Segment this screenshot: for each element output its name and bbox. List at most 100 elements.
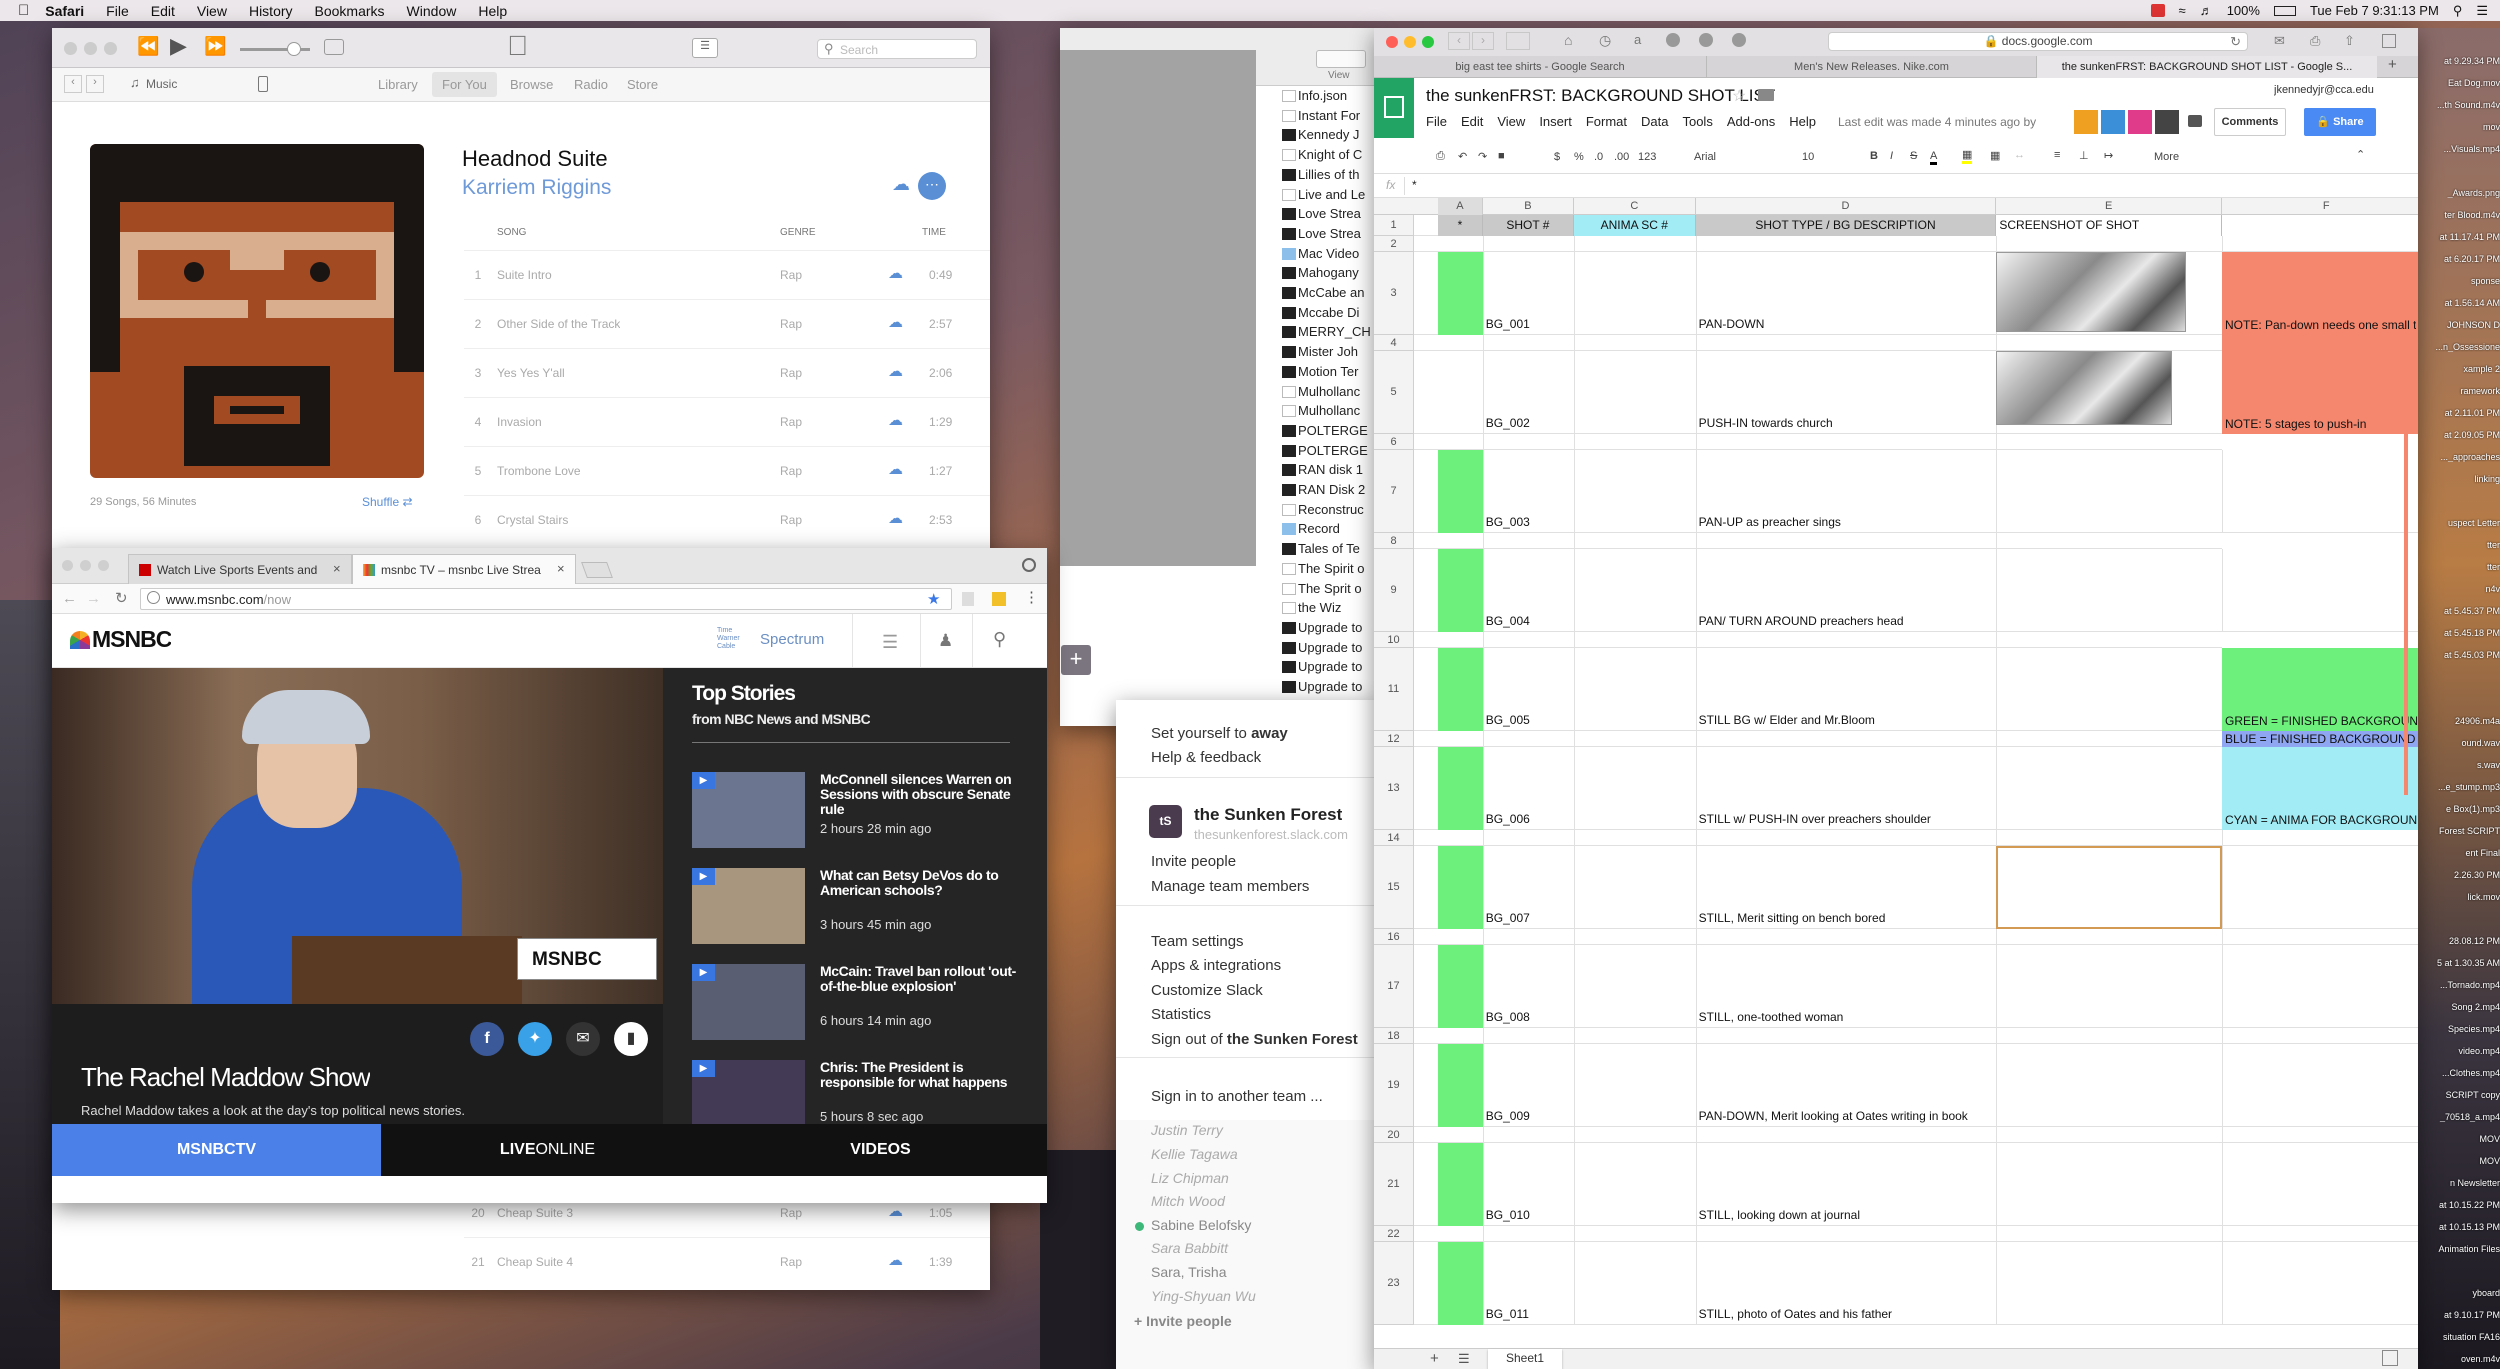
selected-cell[interactable] [1996,846,2222,929]
description-cell[interactable]: STILL w/ PUSH-IN over preachers shoulder [1699,812,1996,826]
tab-store[interactable]: Store [627,77,658,92]
more-options-icon[interactable]: ⋯ [918,172,946,200]
column-header[interactable]: B [1483,198,1574,215]
member-item[interactable]: Sara Babbitt [1151,1240,1228,1256]
menu-app-name[interactable]: Safari [45,3,84,19]
desktop-file[interactable]: ...Tornado.mp4 [2416,980,2500,990]
shot-number-cell[interactable]: BG_008 [1486,1010,1577,1024]
home-icon[interactable]: ⌂ [1564,32,1572,48]
story-item[interactable]: ▶ McConnell silences Warren on Sessions w… [692,772,1022,852]
nav-msnbc-tv[interactable]: MSNBCTV [52,1124,381,1176]
description-cell[interactable]: STILL, looking down at journal [1699,1208,1996,1222]
column-header[interactable]: E [1996,198,2222,215]
description-cell[interactable]: PAN/ TURN AROUND preachers head [1699,614,1996,628]
file-item[interactable]: Mahogany [1282,265,1359,280]
member-item[interactable]: Ying-Shyuan Wu [1151,1288,1256,1304]
description-cell[interactable]: PAN-DOWN, Merit looking at Oates writing… [1699,1109,1996,1123]
tab-close-icon[interactable]: × [557,561,565,576]
note-cell[interactable]: CYAN = ANIMA FOR BACKGROUN [2222,747,2418,830]
print-icon[interactable]: ⎙ [2310,33,2320,49]
column-genre[interactable]: GENRE [780,227,816,238]
row-number[interactable]: 14 [1374,830,1414,846]
row-number[interactable]: 6 [1374,434,1414,450]
tab-radio[interactable]: Radio [574,77,608,92]
file-item[interactable]: Mccabe Di [1282,305,1359,320]
shot-number-cell[interactable]: BG_006 [1486,812,1577,826]
extension-icon[interactable] [992,592,1006,606]
add-sheet-button[interactable]: + [1430,1350,1439,1367]
desktop-file[interactable]: SCRIPT copy [2416,1090,2500,1100]
row-number[interactable]: 3 [1374,252,1414,335]
download-icon[interactable]: ☁ [888,264,903,282]
row-number[interactable]: 4 [1374,335,1414,351]
desktop-file[interactable]: Animation Files [2416,1244,2500,1254]
document-title[interactable]: the sunkenFRST: BACKGROUND SHOT LIST [1426,86,1775,106]
volume-icon[interactable]: ♬ [2200,3,2213,18]
zoom-button[interactable] [104,42,117,55]
fill-color-icon[interactable]: ▦ [1962,148,1973,164]
pinterest-icon[interactable] [1699,33,1713,47]
close-button[interactable] [1386,36,1398,48]
menu-help[interactable]: Help [1789,114,1816,129]
reload-icon[interactable]: ↻ [115,589,128,607]
story-thumbnail[interactable]: ▶ [692,772,805,848]
folder-icon[interactable] [1758,89,1774,101]
note-cell[interactable]: GREEN = FINISHED BACKGROUN [2222,648,2418,731]
device-icon[interactable] [258,76,268,92]
play-icon[interactable]: ▶ [170,33,187,59]
member-item[interactable]: Kellie Tagawa [1151,1146,1238,1162]
story-thumbnail[interactable]: ▶ [692,868,805,944]
invite-people-item[interactable]: Invite people [1151,853,1236,870]
customize-slack-item[interactable]: Customize Slack [1151,982,1263,999]
desktop-file[interactable]: MOV [2416,1156,2500,1166]
minimize-button[interactable] [1404,36,1416,48]
desktop-file[interactable]: _Awards.png [2416,188,2500,198]
collapse-icon[interactable]: ⌃ [2356,148,2365,161]
menu-file[interactable]: File [1426,114,1447,129]
currency-button[interactable]: $ [1554,151,1560,163]
forward-icon[interactable]: → [86,590,101,607]
decrease-decimal-button[interactable]: .0 [1594,151,1603,163]
file-item[interactable]: Love Strea [1282,226,1361,241]
desktop-file[interactable]: lick.mov [2416,892,2500,902]
shuffle-button[interactable]: Shuffle ⇄ [362,495,413,509]
download-icon[interactable]: ☁ [888,460,903,478]
spotlight-icon[interactable]: ⚲ [2453,3,2463,19]
tab-close-icon[interactable]: × [333,561,341,576]
desktop-file[interactable]: at 5.45.18 PM [2416,628,2500,638]
story-headline[interactable]: McCain: Travel ban rollout 'out-of-the-b… [820,964,1020,994]
song-row[interactable]: 4 Invasion Rap ☁ 1:29 [464,397,990,446]
status-cell[interactable] [1438,648,1483,731]
star-icon[interactable]: ☆ [1732,86,1746,106]
back-icon[interactable]: ‹ [1448,32,1470,50]
menu-edit[interactable]: Edit [151,3,175,19]
download-icon[interactable]: ☁ [888,362,903,380]
desktop-file[interactable]: linking [2416,474,2500,484]
nav-live-online[interactable]: LIVEONLINE [381,1124,714,1176]
borders-icon[interactable]: ▦ [1990,149,2000,162]
chrome-menu-icon[interactable]: ⋮ [1024,588,1039,606]
file-item[interactable]: Live and Le [1282,187,1365,202]
header-cell[interactable]: SHOT TYPE / BG DESCRIPTION [1695,215,1997,236]
row-number[interactable]: 10 [1374,632,1414,648]
paint-format-icon[interactable]: ■ [1498,150,1505,162]
desktop-file[interactable]: at 5.45.03 PM [2416,650,2500,660]
file-item[interactable]: Upgrade to [1282,620,1362,635]
bold-button[interactable]: B [1870,150,1878,162]
spectrum-logo[interactable]: Spectrum [760,631,824,648]
share-icon[interactable]: ⇧ [2344,33,2355,49]
header-cell[interactable]: * [1438,215,1483,236]
menu-tools[interactable]: Tools [1682,114,1712,129]
note-cell[interactable]: NOTE: Pan-down needs one small t [2222,252,2418,335]
row-number[interactable]: 20 [1374,1127,1414,1143]
shot-number-cell[interactable]: BG_005 [1486,713,1577,727]
desktop-file[interactable]: ter Blood.m4v [2416,210,2500,220]
status-cell[interactable] [1438,1143,1483,1226]
back-button[interactable]: ‹ [64,75,82,93]
live-video-player[interactable]: MSNBC [52,668,663,1004]
story-item[interactable]: ▶ What can Betsy DeVos do to American sch… [692,868,1022,948]
file-item[interactable]: The Sprit o [1282,581,1362,596]
menu-addons[interactable]: Add-ons [1727,114,1775,129]
desktop-file[interactable]: at 9.10.17 PM [2416,1310,2500,1320]
row-number[interactable]: 9 [1374,549,1414,632]
